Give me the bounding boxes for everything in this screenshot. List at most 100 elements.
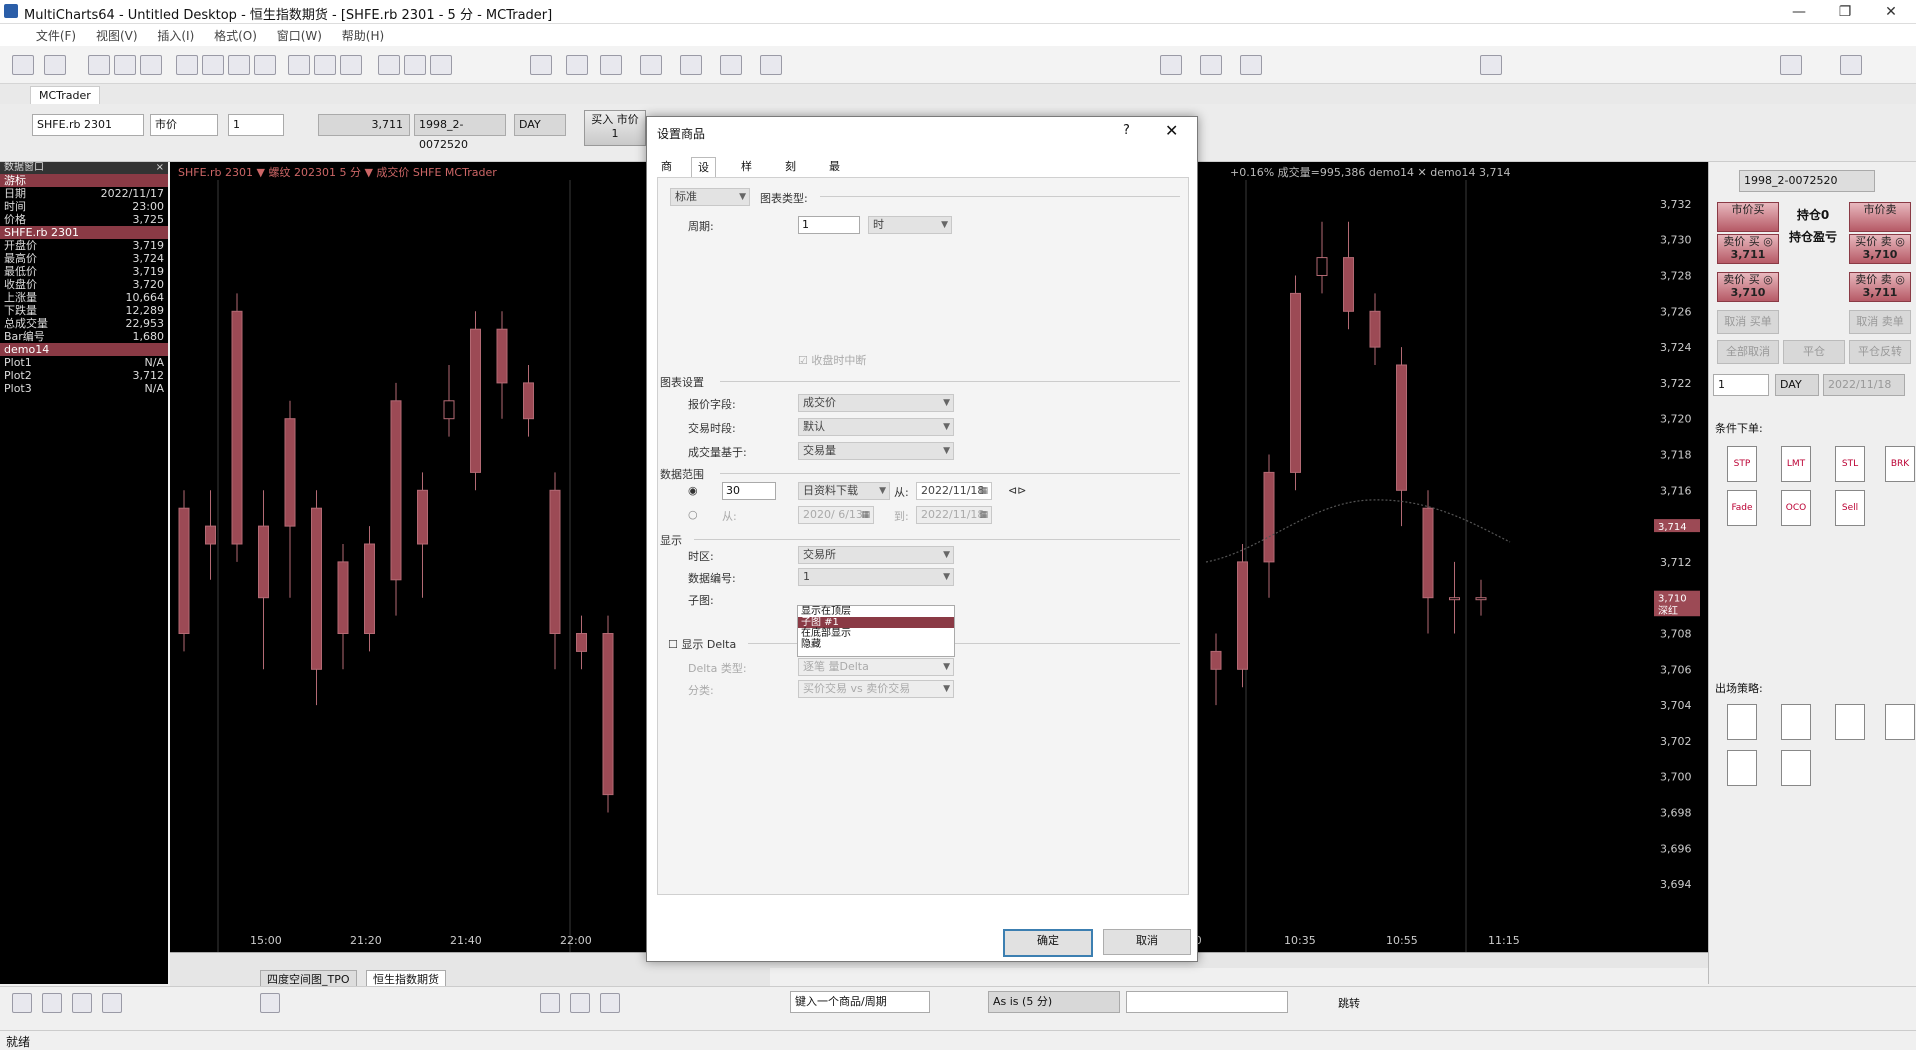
bid-buy-button[interactable]: 卖价 买 ◎ 3,711: [1717, 234, 1779, 264]
oco-order-icon[interactable]: OCO: [1781, 490, 1811, 526]
tab-style[interactable]: 样式: [735, 157, 758, 193]
exit-strategy-icon[interactable]: [1835, 704, 1865, 740]
menu-format[interactable]: 格式(O): [206, 24, 265, 47]
order-type-select[interactable]: 市价: [150, 114, 218, 136]
quotes-icon[interactable]: [288, 55, 310, 75]
open-icon[interactable]: [114, 55, 136, 75]
close-window-button[interactable]: ✕: [1868, 0, 1914, 24]
chart-trading-icon[interactable]: [1200, 55, 1222, 75]
list-item[interactable]: 显示在顶层: [798, 606, 954, 617]
dom-icon[interactable]: [202, 55, 224, 75]
resolution-select[interactable]: As is (5 分): [988, 991, 1120, 1013]
vertical-line-icon[interactable]: [72, 993, 92, 1013]
quote-field-select[interactable]: 成交价 ▼: [798, 394, 954, 412]
limit-order-icon[interactable]: LMT: [1781, 446, 1811, 482]
stop-limit-order-icon[interactable]: STL: [1835, 446, 1865, 482]
trendline-icon[interactable]: [12, 993, 32, 1013]
zoom-out-icon[interactable]: [760, 55, 782, 75]
show-delta-checkbox[interactable]: ☐ 显示 Delta: [668, 636, 736, 652]
data-no-select[interactable]: 1 ▼: [798, 568, 954, 586]
ok-button[interactable]: 确定: [1003, 929, 1093, 957]
category-select[interactable]: 买价交易 vs 卖价交易 ▼: [798, 680, 954, 698]
tif-select[interactable]: DAY: [1775, 374, 1819, 396]
date-range-radio[interactable]: ○: [688, 508, 698, 521]
fade-order-icon[interactable]: Fade: [1727, 490, 1757, 526]
quantity-field[interactable]: 1: [228, 114, 284, 136]
backtest-icon[interactable]: [314, 55, 336, 75]
delta-type-select[interactable]: 逐笔 量Delta ▼: [798, 658, 954, 676]
cursor-icon[interactable]: [640, 55, 662, 75]
exit-strategy-icon[interactable]: [1885, 704, 1915, 740]
menu-file[interactable]: 文件(F): [28, 24, 84, 47]
maximize-button[interactable]: ❐: [1822, 0, 1868, 24]
scanner-icon[interactable]: [176, 55, 198, 75]
period-unit-select[interactable]: 时 ▼: [868, 216, 952, 234]
list-item[interactable]: 隐藏: [798, 639, 954, 650]
stop-order-icon[interactable]: STP: [1727, 446, 1757, 482]
insert-drawing-icon[interactable]: [430, 55, 452, 75]
candle-style-icon[interactable]: [566, 55, 588, 75]
symbol-period-input[interactable]: 键入一个商品/周期: [790, 991, 930, 1013]
breakout-order-icon[interactable]: BRK: [1885, 446, 1915, 482]
ask-sell-button[interactable]: 买价 卖 ◎ 3,710: [1849, 234, 1911, 264]
help-icon[interactable]: ?: [1123, 123, 1130, 138]
bar-style-icon[interactable]: [530, 55, 552, 75]
order-ticket-icon[interactable]: [1160, 55, 1182, 75]
channel-icon[interactable]: [102, 993, 122, 1013]
break-on-close-checkbox[interactable]: ☑ 收盘时中断: [798, 352, 866, 368]
range-mode-select[interactable]: 日资料下载 ▼: [798, 482, 890, 500]
fibonacci-icon[interactable]: [260, 993, 280, 1013]
qty-field[interactable]: 1: [1713, 374, 1769, 396]
tab-scale[interactable]: 刻度: [779, 157, 802, 193]
horizontal-line-icon[interactable]: [42, 993, 62, 1013]
menu-help[interactable]: 帮助(H): [334, 24, 392, 47]
cancel-sell-button[interactable]: 取消 卖单: [1849, 310, 1911, 334]
cancel-all-button[interactable]: 全部取消: [1717, 340, 1779, 364]
from-date-picker[interactable]: 2022/11/18 ▦: [916, 482, 992, 500]
buy-market-button[interactable]: 市价买: [1717, 202, 1779, 232]
account-select[interactable]: 1998_2-0072520: [1739, 170, 1875, 192]
link-icon[interactable]: ⊲⊳: [1008, 484, 1026, 497]
cancel-buy-button[interactable]: 取消 买单: [1717, 310, 1779, 334]
range-count-radio[interactable]: ◉: [688, 484, 698, 497]
print-icon[interactable]: [140, 55, 162, 75]
menu-window[interactable]: 窗口(W): [269, 24, 330, 47]
close-icon[interactable]: ×: [156, 162, 164, 174]
chart-kind-select[interactable]: 标准 ▼: [670, 188, 750, 206]
jump-date-field[interactable]: [1126, 991, 1288, 1013]
exit-strategy-icon[interactable]: [1727, 704, 1757, 740]
search-icon[interactable]: [1780, 55, 1802, 75]
exit-strategy-icon[interactable]: [1781, 704, 1811, 740]
session-select[interactable]: 默认 ▼: [798, 418, 954, 436]
date-field[interactable]: 2022/11/18: [1823, 374, 1905, 396]
account-select[interactable]: 1998_2-0072520: [414, 114, 506, 151]
buy-market-button[interactable]: 买入 市价 1: [584, 110, 646, 146]
text-icon[interactable]: [540, 993, 560, 1013]
rectangle-icon[interactable]: [570, 993, 590, 1013]
new-workspace-icon[interactable]: [12, 55, 34, 75]
sell-order-icon[interactable]: Sell: [1835, 490, 1865, 526]
jump-label[interactable]: 跳转: [1338, 995, 1360, 1011]
tab-instrument[interactable]: 商品: [655, 157, 678, 193]
exit-strategy-icon[interactable]: [1781, 750, 1811, 786]
price-field[interactable]: 3,711: [318, 114, 410, 136]
ellipse-icon[interactable]: [600, 993, 620, 1013]
save-icon[interactable]: [88, 55, 110, 75]
line-style-icon[interactable]: [600, 55, 622, 75]
list-item-selected[interactable]: 子图 #1: [798, 617, 954, 628]
settings-icon[interactable]: [1840, 55, 1862, 75]
tab-settings[interactable]: 设置: [691, 157, 716, 194]
insert-indicator-icon[interactable]: [378, 55, 400, 75]
crosshair-icon[interactable]: [680, 55, 702, 75]
to-date-picker[interactable]: 2022/11/18 ▦: [916, 506, 992, 524]
range-count-input[interactable]: 30: [722, 482, 776, 500]
portfolio-icon[interactable]: [228, 55, 250, 75]
period-input[interactable]: 1: [798, 216, 860, 234]
symbol-field[interactable]: SHFE.rb 2301: [32, 114, 144, 136]
flat-button[interactable]: 平仓: [1783, 340, 1845, 364]
bid-buy-button-2[interactable]: 卖价 买 ◎ 3,710: [1717, 272, 1779, 302]
trade-bar-icon[interactable]: [1240, 55, 1262, 75]
ask-sell-button-2[interactable]: 卖价 卖 ◎ 3,711: [1849, 272, 1911, 302]
sell-market-button[interactable]: 市价卖: [1849, 202, 1911, 232]
news-icon[interactable]: [254, 55, 276, 75]
